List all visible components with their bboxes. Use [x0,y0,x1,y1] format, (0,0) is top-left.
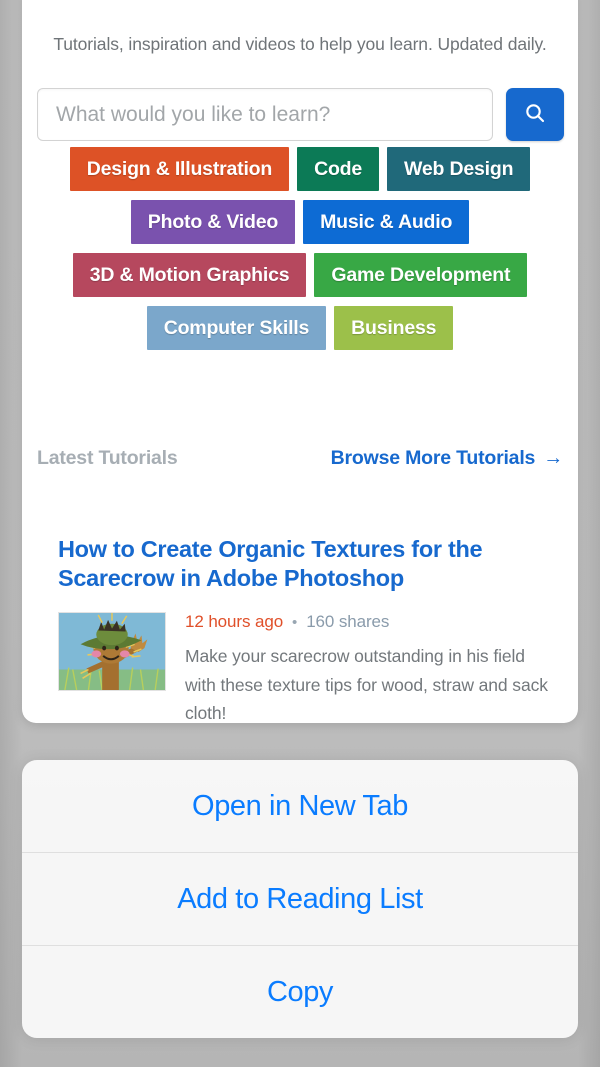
article-thumbnail[interactable] [58,612,166,692]
action-sheet: Open in New Tab Add to Reading List Copy [22,760,578,1038]
article-share-count: 160 shares [306,612,390,632]
arrow-right-icon: → [543,447,563,469]
category-tag-design-illustration[interactable]: Design & Illustration [69,147,290,191]
category-tag-music-audio[interactable]: Music & Audio [303,200,470,244]
category-tag-code[interactable]: Code [297,147,380,191]
search-row [37,88,564,141]
search-icon [523,101,547,128]
category-tag-row: Computer Skills Business [22,306,578,350]
article-timestamp: 12 hours ago [185,612,284,632]
action-add-to-reading-list[interactable]: Add to Reading List [22,853,578,945]
article-text: 12 hours ago • 160 shares Make your scar… [185,612,556,723]
search-input[interactable] [37,88,493,141]
category-tag-row: Photo & Video Music & Audio [22,200,578,244]
page-tagline: Tutorials, inspiration and videos to hel… [53,34,547,54]
category-tag-computer-skills[interactable]: Computer Skills [146,306,327,350]
browse-more-tutorials-link[interactable]: Browse More Tutorials → [330,447,564,470]
meta-separator-dot: • [292,613,298,631]
category-tag-web-design[interactable]: Web Design [387,147,531,191]
category-tag-row: Design & Illustration Code Web Design [22,147,578,191]
category-tag-photo-video[interactable]: Photo & Video [130,200,296,244]
latest-tutorials-header: Latest Tutorials Browse More Tutorials → [37,447,563,470]
category-tag-business[interactable]: Business [334,306,454,350]
action-copy[interactable]: Copy [22,946,578,1038]
search-button[interactable] [506,88,564,141]
category-tag-row: 3D & Motion Graphics Game Development [22,253,578,297]
article-item: How to Create Organic Textures for the S… [58,535,556,723]
latest-tutorials-title: Latest Tutorials [37,447,178,469]
article-meta: 12 hours ago • 160 shares [185,612,556,632]
category-tag-game-development[interactable]: Game Development [314,253,528,297]
article-excerpt: Make your scarecrow outstanding in his f… [185,646,548,723]
content-card: Tutorials, inspiration and videos to hel… [22,0,578,723]
browse-more-tutorials-label: Browse More Tutorials [330,447,536,469]
article-body: 12 hours ago • 160 shares Make your scar… [58,612,556,723]
category-tag-3d-motion-graphics[interactable]: 3D & Motion Graphics [72,253,307,297]
article-title-link[interactable]: How to Create Organic Textures for the S… [58,535,556,592]
action-open-in-new-tab[interactable]: Open in New Tab [22,760,578,852]
category-tag-list: Design & Illustration Code Web Design Ph… [22,147,578,359]
scarecrow-illustration-icon [59,613,165,691]
